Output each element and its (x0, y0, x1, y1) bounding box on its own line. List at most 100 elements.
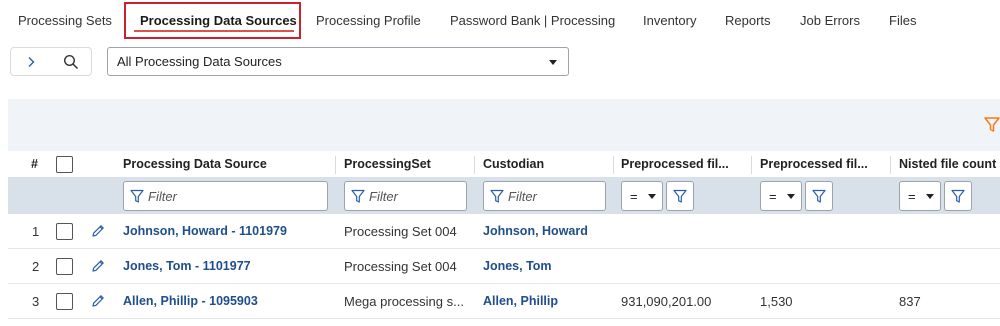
row-checkbox-cell (56, 214, 73, 248)
filter-icon (951, 189, 965, 203)
preprocessed-2-cell (760, 249, 890, 283)
chevron-down-icon (787, 194, 795, 199)
nisted-count-cell: 837 (899, 293, 921, 309)
pencil-icon (92, 225, 104, 237)
processing-set-cell: Processing Set 004 (344, 258, 457, 274)
preprocessed-1-filter-button[interactable] (666, 181, 694, 211)
grid-header-row: # Processing Data Source ProcessingSet C… (8, 151, 1000, 177)
column-header-index: # (31, 157, 38, 171)
search-button[interactable] (51, 48, 91, 75)
edit-button[interactable] (90, 284, 106, 318)
processing-set-cell: Mega processing s... (344, 293, 464, 309)
preprocessed-2-operator-select[interactable]: = (760, 181, 802, 211)
filter-row: Filter Filter Filter = = = (8, 177, 1000, 214)
tab-files[interactable]: Files (889, 0, 916, 40)
tab-label: Inventory (643, 12, 697, 28)
column-header-preprocessed-1[interactable]: Preprocessed fil... (621, 151, 751, 177)
filter-icon (812, 189, 826, 203)
chevron-down-icon (648, 194, 656, 199)
tab-label: Processing Profile (316, 12, 421, 28)
tab-inventory[interactable]: Inventory (643, 0, 696, 40)
filter-icon[interactable] (984, 116, 1000, 134)
tab-processing-sets[interactable]: Processing Sets (18, 0, 112, 40)
filter-icon (490, 189, 504, 203)
row-checkbox[interactable] (56, 222, 73, 240)
nisted-count-operator-select[interactable]: = (899, 181, 941, 211)
column-divider[interactable] (474, 156, 475, 174)
pencil-icon (92, 295, 104, 307)
custodian-link[interactable]: Johnson, Howard (483, 214, 608, 248)
data-grid: # Processing Data Source ProcessingSet C… (8, 151, 1000, 326)
column-header-data-source[interactable]: Processing Data Source (123, 151, 333, 177)
custodian-link[interactable]: Allen, Phillip (483, 284, 608, 318)
table-row[interactable]: 3 Allen, Phillip - 1095903 Mega processi… (8, 284, 1000, 319)
preprocessed-2-cell: 1,530 (760, 293, 793, 309)
row-index: 1 (32, 223, 40, 239)
data-source-link[interactable]: Jones, Tom - 1101977 (123, 249, 333, 283)
select-all-checkbox[interactable] (56, 155, 73, 173)
table-row[interactable]: 1 Johnson, Howard - 1101979 Processing S… (8, 214, 1000, 249)
tab-reports[interactable]: Reports (725, 0, 771, 40)
column-divider[interactable] (751, 156, 752, 174)
custodian-filter-input[interactable]: Filter (483, 181, 606, 211)
tab-label: Processing Sets (18, 12, 112, 28)
operator-value: = (908, 188, 916, 204)
row-checkbox[interactable] (56, 292, 73, 310)
data-source-link[interactable]: Allen, Phillip - 1095903 (123, 284, 333, 318)
tab-password-bank[interactable]: Password Bank | Processing (450, 0, 615, 40)
custodian-link[interactable]: Jones, Tom (483, 249, 608, 283)
tab-label: Files (889, 12, 917, 28)
pencil-icon (92, 260, 104, 272)
nisted-count-cell (899, 249, 999, 283)
preprocessed-1-cell (621, 249, 751, 283)
filter-placeholder: Filter (369, 188, 398, 204)
view-select[interactable]: All Processing Data Sources (107, 47, 569, 76)
filter-icon (351, 189, 365, 203)
row-checkbox-cell (56, 284, 73, 318)
filter-placeholder: Filter (508, 188, 537, 204)
expand-button[interactable] (11, 48, 51, 75)
column-divider[interactable] (613, 156, 614, 174)
operator-value: = (769, 188, 777, 204)
row-index: 2 (32, 258, 40, 274)
view-select-value: All Processing Data Sources (117, 54, 282, 69)
row-checkbox-cell (56, 249, 73, 283)
preprocessed-1-operator-select[interactable]: = (621, 181, 663, 211)
filter-icon (130, 189, 144, 203)
column-divider[interactable] (890, 156, 891, 174)
column-header-processing-set[interactable]: ProcessingSet (344, 151, 469, 177)
row-index: 3 (32, 293, 40, 309)
column-header-nisted-count[interactable]: Nisted file count (899, 151, 1000, 177)
preprocessed-2-filter-button[interactable] (805, 181, 833, 211)
data-source-link[interactable]: Johnson, Howard - 1101979 (123, 214, 333, 248)
tab-processing-profile[interactable]: Processing Profile (316, 0, 421, 40)
preprocessed-2-cell (760, 214, 890, 248)
processing-set-filter-input[interactable]: Filter (344, 181, 467, 211)
column-header-preprocessed-2[interactable]: Preprocessed fil... (760, 151, 890, 177)
active-tab-underline (134, 30, 294, 32)
grid-toolbar-buttons (10, 47, 92, 76)
processing-set-cell: Processing Set 004 (344, 223, 457, 239)
select-all-cell (56, 151, 76, 177)
chevron-down-icon (926, 194, 934, 199)
column-header-custodian[interactable]: Custodian (483, 151, 608, 177)
column-divider[interactable] (335, 156, 336, 174)
active-tab-highlight (124, 2, 301, 39)
preprocessed-1-cell: 931,090,201.00 (621, 293, 712, 309)
preprocessed-1-cell (621, 214, 751, 248)
tab-label: Reports (725, 12, 771, 28)
data-source-filter-input[interactable]: Filter (123, 181, 328, 211)
chevron-down-icon (549, 60, 557, 65)
edit-button[interactable] (90, 214, 106, 248)
edit-button[interactable] (90, 249, 106, 283)
filter-icon (673, 189, 687, 203)
tab-job-errors[interactable]: Job Errors (800, 0, 860, 40)
filter-placeholder: Filter (148, 188, 177, 204)
tab-label: Password Bank | Processing (450, 12, 616, 28)
tab-label: Job Errors (800, 12, 860, 28)
chevron-right-icon (28, 56, 35, 67)
table-row[interactable]: 2 Jones, Tom - 1101977 Processing Set 00… (8, 249, 1000, 284)
operator-value: = (630, 188, 638, 204)
row-checkbox[interactable] (56, 257, 73, 275)
nisted-count-filter-button[interactable] (944, 181, 972, 211)
